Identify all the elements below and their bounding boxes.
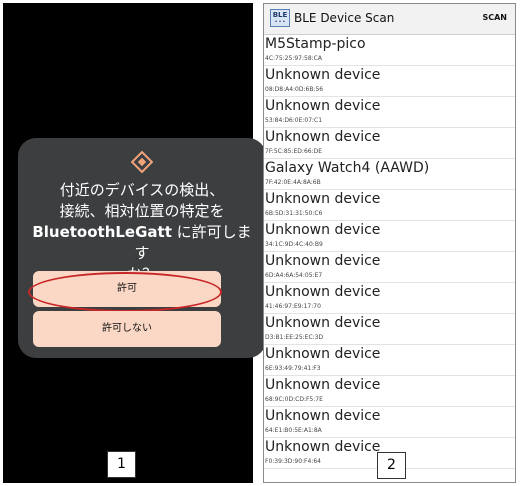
dialog-message: 付近のデバイスの検出、 接続、相対位置の特定を BluetoothLeGatt … (30, 180, 254, 285)
panel-label-1: 1 (107, 451, 136, 478)
device-address: 7F:5C:85:ED:66:DE (265, 148, 323, 155)
device-address: 41:46:97:E9:17:70 (265, 303, 321, 310)
device-name: Unknown device (265, 439, 381, 455)
device-list-item[interactable]: Unknown device 6B:5D:31:31:50:C6 (264, 190, 515, 221)
permission-dialog: 付近のデバイスの検出、 接続、相対位置の特定を BluetoothLeGatt … (18, 138, 266, 358)
device-name: Unknown device (265, 377, 381, 393)
dialog-line-3: に許可しま (171, 223, 252, 241)
device-address: 08:D8:A4:0D:6B:56 (265, 86, 324, 93)
device-address: 6B:5D:31:31:50:C6 (265, 210, 323, 217)
dialog-app-name: BluetoothLeGatt (32, 223, 172, 241)
dialog-line-3-tail: す (134, 244, 150, 262)
device-address: 64:E1:B0:5E:A1:8A (265, 427, 322, 434)
device-name: Unknown device (265, 98, 381, 114)
device-list-item[interactable]: Unknown device 53:84:D6:0E:07:C1 (264, 97, 515, 128)
device-name: Unknown device (265, 346, 381, 362)
device-address: 53:84:D6:0E:07:C1 (265, 117, 323, 124)
scan-button[interactable]: SCAN (482, 13, 507, 22)
device-address: 34:1C:9D:4C:40:B9 (265, 241, 323, 248)
device-name: Unknown device (265, 191, 381, 207)
device-name: Unknown device (265, 222, 381, 238)
app-icon: BLE (270, 9, 290, 27)
screen-ble-scan: BLE BLE Device Scan SCAN M5Stamp-pico 4C:… (263, 3, 516, 483)
device-list-item[interactable]: Unknown device 08:D8:A4:0D:6B:56 (264, 66, 515, 97)
device-list-item[interactable]: Unknown device 7F:5C:85:ED:66:DE (264, 128, 515, 159)
device-name: Unknown device (265, 284, 381, 300)
nearby-devices-icon (130, 150, 154, 174)
device-list-item[interactable]: Unknown device 6E:93:49:79:41:F3 (264, 345, 515, 376)
deny-button[interactable]: 許可しない (33, 311, 221, 347)
device-address: F0:39:3D:90:F4:64 (265, 458, 321, 465)
device-name: Unknown device (265, 67, 381, 83)
app-title: BLE Device Scan (294, 11, 395, 25)
device-list-item[interactable]: Unknown device 41:46:97:E9:17:70 (264, 283, 515, 314)
device-name: Unknown device (265, 253, 381, 269)
device-address: 7F:42:0E:4A:8A:6B (265, 179, 321, 186)
device-name: Unknown device (265, 315, 381, 331)
device-address: 6E:93:49:79:41:F3 (265, 365, 321, 372)
device-address: 4C:75:25:97:58:CA (265, 55, 322, 62)
device-address: 6D:A4:6A:54:05:E7 (265, 272, 323, 279)
device-list-item[interactable]: Unknown device D3:B1:EE:25:EC:3D (264, 314, 515, 345)
device-list-item[interactable]: M5Stamp-pico 4C:75:25:97:58:CA (264, 35, 515, 66)
device-address: D3:B1:EE:25:EC:3D (265, 334, 324, 341)
dialog-line-2: 接続、相対位置の特定を (59, 202, 225, 220)
app-bar: BLE BLE Device Scan SCAN (264, 4, 515, 35)
device-name: Unknown device (265, 129, 381, 145)
device-name: M5Stamp-pico (265, 36, 366, 52)
device-name: Unknown device (265, 408, 381, 424)
device-list-item[interactable]: Unknown device 64:E1:B0:5E:A1:8A (264, 407, 515, 438)
dialog-line-1: 付近のデバイスの検出、 (59, 181, 225, 199)
panel-label-2: 2 (377, 452, 406, 479)
screen-permission-dialog: 付近のデバイスの検出、 接続、相対位置の特定を BluetoothLeGatt … (3, 3, 266, 483)
device-list-item[interactable]: Unknown device 34:1C:9D:4C:40:B9 (264, 221, 515, 252)
highlight-ellipse (28, 272, 222, 312)
device-name: Galaxy Watch4 (AAWD) (265, 160, 430, 176)
device-list-item[interactable]: Unknown device 68:9C:0D:CD:F5:7E (264, 376, 515, 407)
device-address: 68:9C:0D:CD:F5:7E (265, 396, 323, 403)
device-list-item[interactable]: Galaxy Watch4 (AAWD) 7F:42:0E:4A:8A:6B (264, 159, 515, 190)
device-list: M5Stamp-pico 4C:75:25:97:58:CA Unknown dev… (264, 35, 515, 469)
device-list-item[interactable]: Unknown device 6D:A4:6A:54:05:E7 (264, 252, 515, 283)
